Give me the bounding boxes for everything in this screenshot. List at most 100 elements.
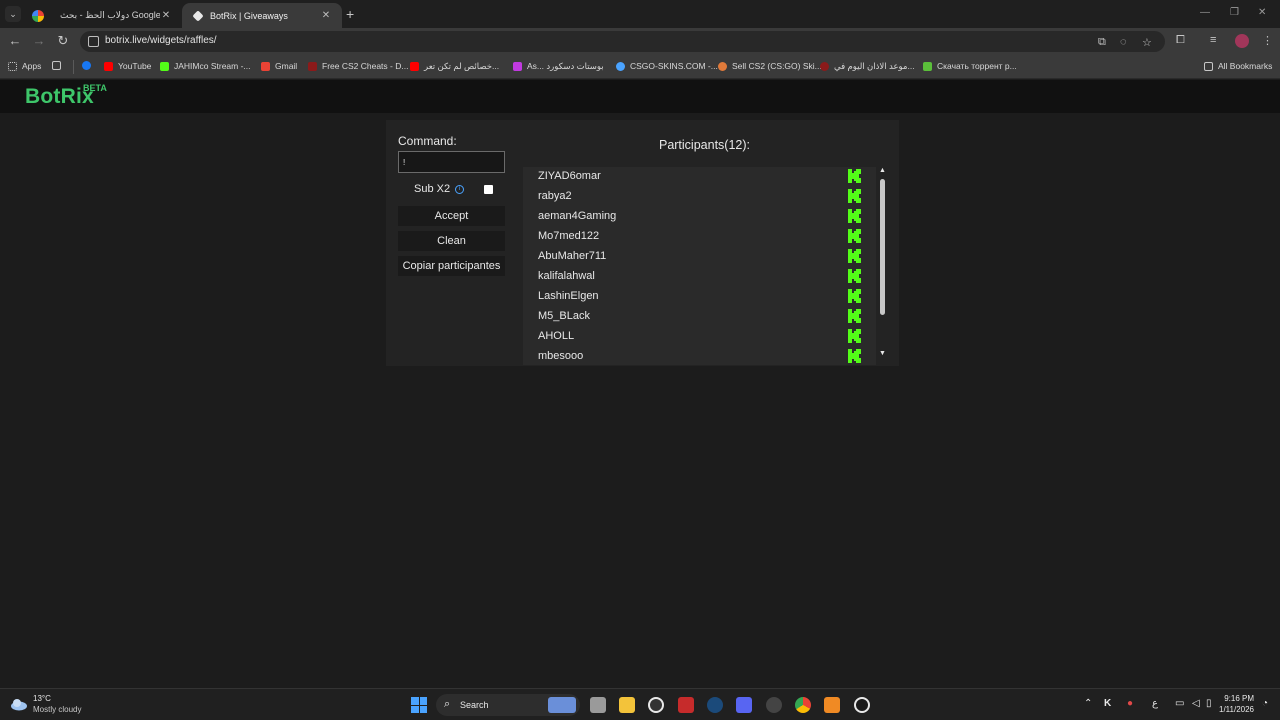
participant-name: rabya2 bbox=[538, 190, 572, 202]
participants-list[interactable]: ZIYAD6omar rabya2 aeman4Gaming Mo7med122 Abu… bbox=[523, 167, 876, 365]
bookmark-separator bbox=[73, 60, 74, 74]
clock-date[interactable]: 1/11/2026 bbox=[1208, 705, 1254, 714]
clock-time[interactable]: 9:16 PM bbox=[1218, 694, 1254, 703]
participant-name: M5_BLack bbox=[538, 310, 590, 322]
list-item[interactable]: aeman4Gaming bbox=[523, 207, 876, 227]
reload-icon[interactable]: ↻ bbox=[55, 34, 71, 48]
list-item[interactable]: Mo7med122 bbox=[523, 227, 876, 247]
bookmark-facebook[interactable] bbox=[82, 61, 96, 70]
task-view-icon[interactable] bbox=[590, 697, 606, 713]
forward-icon[interactable]: → bbox=[31, 34, 47, 48]
bookmark-youtube[interactable]: YouTube bbox=[104, 61, 151, 71]
app-red-icon[interactable] bbox=[678, 697, 694, 713]
list-item[interactable]: LashinElgen bbox=[523, 287, 876, 307]
beta-badge: BETA bbox=[83, 83, 107, 93]
bookmark-cs2-cheats[interactable]: Free CS2 Cheats - D... bbox=[308, 61, 408, 71]
list-item[interactable]: mbesooo bbox=[523, 347, 876, 365]
clean-button[interactable]: Clean bbox=[398, 231, 505, 251]
search-highlight-icon bbox=[548, 697, 576, 713]
scroll-thumb[interactable] bbox=[880, 179, 885, 315]
bookmark-jahimco[interactable]: JAHIMco Stream -... bbox=[160, 61, 251, 71]
tab-botrix-giveaways[interactable]: BotRix | Giveaways ✕ bbox=[182, 3, 342, 28]
address-bar[interactable]: botrix.live/widgets/raffles/ ⧉ ◌ ☆ bbox=[80, 31, 1165, 52]
tab-search-button[interactable]: ⌄ bbox=[5, 6, 21, 22]
extensions-icon[interactable]: ⧠ bbox=[1176, 34, 1185, 47]
more-menu-icon[interactable]: ⋮ bbox=[1262, 34, 1273, 47]
restore-icon[interactable]: ❐ bbox=[1230, 7, 1239, 18]
site-icon bbox=[308, 61, 317, 71]
volume-icon[interactable]: ◁ bbox=[1192, 698, 1200, 709]
tab-google-search[interactable]: دولاب الحظ - بحث Google ✕ bbox=[22, 3, 182, 28]
steam-icon[interactable] bbox=[707, 697, 723, 713]
command-input[interactable] bbox=[398, 151, 505, 173]
kick-icon bbox=[848, 329, 861, 343]
bookmark-star-icon[interactable]: ☆ bbox=[1142, 36, 1152, 49]
file-explorer-icon[interactable] bbox=[619, 697, 635, 713]
bookmark-apps[interactable]: Apps bbox=[8, 61, 41, 71]
list-item[interactable]: AbuMaher711 bbox=[523, 247, 876, 267]
bookmark-torrent[interactable]: Скачать торрент р... bbox=[923, 61, 1017, 71]
all-bookmarks[interactable]: All Bookmarks bbox=[1204, 61, 1272, 71]
gem-icon bbox=[513, 62, 522, 71]
app-orange-icon[interactable] bbox=[824, 697, 840, 713]
participants-scrollbar[interactable]: ▲ ▼ bbox=[878, 167, 888, 362]
google-icon bbox=[32, 9, 44, 22]
site-icon bbox=[718, 61, 727, 71]
avatar[interactable] bbox=[1235, 34, 1249, 48]
scroll-down-icon[interactable]: ▼ bbox=[879, 350, 886, 357]
new-tab-icon[interactable]: + bbox=[346, 6, 354, 22]
bookmark-prayer-times[interactable]: موعد الاذان اليوم في... bbox=[820, 61, 915, 72]
info-icon[interactable]: i bbox=[455, 184, 465, 194]
bookmark-discord-posts[interactable]: As... بوستات دسكورد bbox=[513, 61, 604, 72]
close-icon[interactable]: ✕ bbox=[320, 10, 332, 21]
microphone-icon[interactable]: ● bbox=[1127, 698, 1133, 709]
window-close-icon[interactable]: ✕ bbox=[1258, 7, 1266, 18]
grid-icon bbox=[52, 61, 61, 70]
list-item[interactable]: M5_BLack bbox=[523, 307, 876, 327]
windows-taskbar: 13°C Mostly cloudy ⌕ Search ⌃ K ● ع ▭ ◁ … bbox=[0, 688, 1280, 720]
media-controls-icon[interactable]: ≡ bbox=[1210, 34, 1216, 46]
discord-icon[interactable] bbox=[736, 697, 752, 713]
input-language[interactable]: ع bbox=[1152, 698, 1158, 709]
chevron-up-icon[interactable]: ⌃ bbox=[1084, 698, 1092, 709]
kick-tray-icon[interactable]: K bbox=[1104, 698, 1111, 709]
youtube-icon bbox=[104, 61, 113, 71]
copy-participants-button[interactable]: Copiar participantes bbox=[398, 256, 505, 276]
list-item[interactable]: rabya2 bbox=[523, 187, 876, 207]
bookmark-sell-cs2[interactable]: Sell CS2 (CS:GO) Ski... bbox=[718, 61, 822, 71]
eye-off-icon[interactable]: ◌ bbox=[1120, 36, 1127, 48]
bookmark-csgo-skins[interactable]: CSGO-SKINS.COM -... bbox=[616, 61, 718, 71]
close-icon[interactable]: ✕ bbox=[160, 10, 172, 21]
chrome-icon[interactable] bbox=[795, 697, 811, 713]
minimize-icon[interactable]: — bbox=[1200, 7, 1210, 18]
kick-icon bbox=[848, 169, 861, 183]
list-item[interactable]: AHOLL bbox=[523, 327, 876, 347]
list-item[interactable]: ZIYAD6omar bbox=[523, 167, 876, 187]
bookmark-youtube-arabic[interactable]: خصائص لم تكن تعر... bbox=[410, 61, 499, 72]
participants-title: Participants(12): bbox=[658, 138, 750, 152]
sub-x2-checkbox[interactable] bbox=[484, 185, 493, 194]
logitech-icon[interactable] bbox=[648, 697, 664, 713]
bookmark-gmail[interactable]: Gmail bbox=[261, 61, 297, 71]
accept-button[interactable]: Accept bbox=[398, 206, 505, 226]
youtube-icon bbox=[410, 62, 419, 71]
translate-icon[interactable]: ⧉ bbox=[1098, 36, 1106, 49]
participant-name: aeman4Gaming bbox=[538, 210, 617, 222]
kick-icon bbox=[848, 189, 861, 203]
cloud-icon bbox=[11, 699, 27, 711]
network-icon[interactable]: ▭ bbox=[1175, 698, 1184, 709]
list-item[interactable]: kalifalahwal bbox=[523, 267, 876, 287]
scroll-up-icon[interactable]: ▲ bbox=[879, 167, 886, 174]
app-circle-icon[interactable] bbox=[766, 697, 782, 713]
windows-start-icon[interactable] bbox=[411, 697, 427, 713]
settings-icon[interactable] bbox=[854, 697, 870, 713]
notification-icon[interactable]: ◔ bbox=[1262, 698, 1268, 709]
site-icon bbox=[820, 62, 829, 71]
bookmark-grid[interactable] bbox=[52, 61, 66, 70]
kick-icon bbox=[848, 349, 861, 363]
back-icon[interactable]: ← bbox=[7, 34, 23, 48]
taskbar-search[interactable]: ⌕ Search bbox=[436, 694, 580, 716]
kick-icon bbox=[848, 249, 861, 263]
participant-name: Mo7med122 bbox=[538, 230, 600, 242]
site-info-icon[interactable] bbox=[88, 36, 99, 47]
